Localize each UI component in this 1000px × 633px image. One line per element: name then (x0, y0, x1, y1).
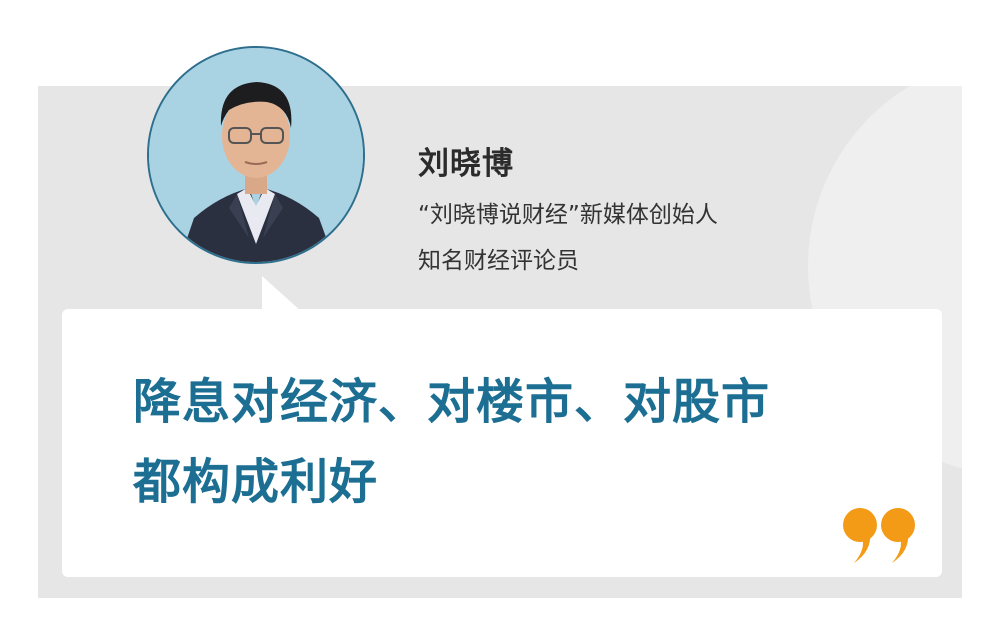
portrait-icon (149, 48, 363, 262)
person-name: 刘晓博 (418, 146, 514, 182)
speech-bubble-tail (262, 276, 302, 312)
closing-quote-icon (843, 508, 915, 563)
person-title: 知名财经评论员 (418, 248, 579, 274)
quote-text-line: 降息对经济、对楼市、对股市 (133, 374, 771, 430)
avatar (147, 46, 365, 264)
person-title: “刘晓博说财经”新媒体创始人 (418, 202, 718, 228)
quote-text-line: 都构成利好 (133, 454, 379, 510)
